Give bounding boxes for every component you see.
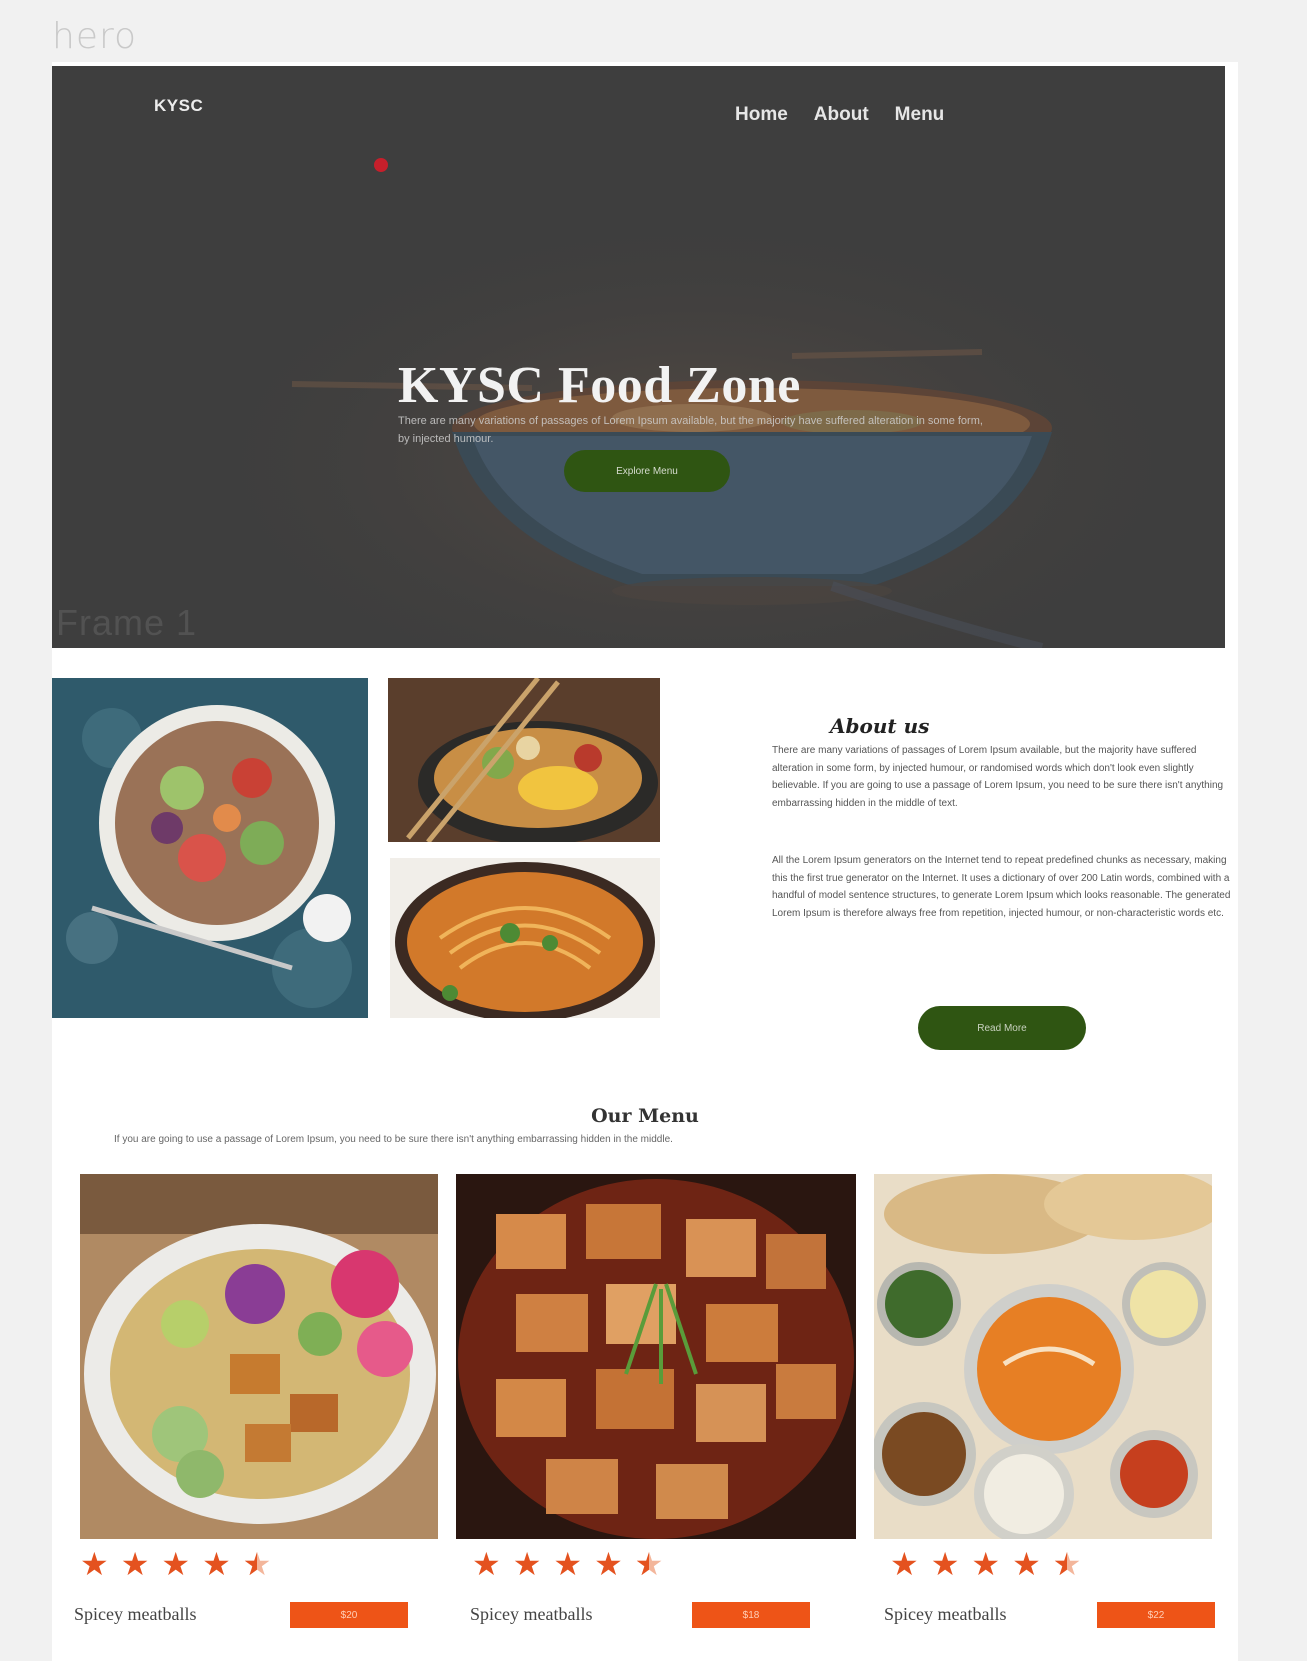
star-icon: ★ <box>553 1546 583 1582</box>
half-star-icon: ★ <box>635 1548 664 1580</box>
rating-stars-card-1: ★ ★ ★ ★ ★ <box>80 1548 271 1580</box>
hero-section: KYSC Home About Menu KYSC Food Zone Ther… <box>52 66 1225 648</box>
frame-label: hero <box>52 16 137 57</box>
star-icon: ★ <box>512 1546 542 1582</box>
nav-link-about[interactable]: About <box>814 104 869 126</box>
hero-subtitle: There are many variations of passages of… <box>398 415 983 445</box>
nav-link-menu[interactable]: Menu <box>895 104 945 126</box>
about-paragraph-1: There are many variations of passages of… <box>772 745 1224 809</box>
rating-stars-card-2: ★ ★ ★ ★ ★ <box>472 1548 663 1580</box>
rating-stars-card-3: ★ ★ ★ ★ ★ <box>890 1548 1081 1580</box>
star-icon: ★ <box>161 1546 191 1582</box>
price-button-2[interactable]: $18 <box>692 1602 810 1628</box>
price-button-1[interactable]: $20 <box>290 1602 408 1628</box>
star-icon: ★ <box>1012 1546 1041 1582</box>
menu-card-image-mapo-tofu[interactable] <box>456 1174 856 1539</box>
star-icon: ★ <box>472 1546 501 1582</box>
menu-subtitle: If you are going to use a passage of Lor… <box>114 1134 673 1145</box>
star-icon: ★ <box>890 1546 919 1582</box>
about-image-noodle-curry <box>390 858 660 1018</box>
hero-title: KYSC Food Zone <box>398 357 801 414</box>
nav-logo[interactable]: KYSC <box>154 96 203 116</box>
price-button-3[interactable]: $22 <box>1097 1602 1215 1628</box>
red-dot-marker <box>374 158 388 172</box>
star-icon: ★ <box>971 1546 1001 1582</box>
half-star-icon: ★ <box>243 1548 272 1580</box>
star-icon: ★ <box>930 1546 960 1582</box>
nav-link-home[interactable]: Home <box>735 104 788 126</box>
star-icon: ★ <box>594 1546 623 1582</box>
read-more-button[interactable]: Read More <box>918 1006 1086 1050</box>
menu-card-name-2: Spicey meatballs <box>470 1604 593 1624</box>
menu-card-name-3: Spicey meatballs <box>884 1604 1007 1624</box>
about-image-salad-bowl <box>52 678 368 1018</box>
star-icon: ★ <box>80 1546 109 1582</box>
page: KYSC Home About Menu KYSC Food Zone Ther… <box>52 62 1238 1661</box>
half-star-icon: ★ <box>1053 1548 1082 1580</box>
about-title: About us <box>830 714 930 738</box>
main-nav: Home About Menu <box>735 104 944 126</box>
menu-card-image-indian-thali[interactable] <box>874 1174 1212 1539</box>
frame-watermark: Frame 1 <box>56 602 198 643</box>
menu-card-name-1: Spicey meatballs <box>74 1604 197 1624</box>
menu-card-image-tofu-bowl[interactable] <box>80 1174 438 1539</box>
explore-menu-button[interactable]: Explore Menu <box>564 450 730 492</box>
about-paragraph-2: All the Lorem Ipsum generators on the In… <box>772 855 1231 919</box>
menu-title: Our Menu <box>591 1105 699 1127</box>
star-icon: ★ <box>120 1546 150 1582</box>
about-image-rice-bowl <box>388 678 660 842</box>
star-icon: ★ <box>202 1546 231 1582</box>
